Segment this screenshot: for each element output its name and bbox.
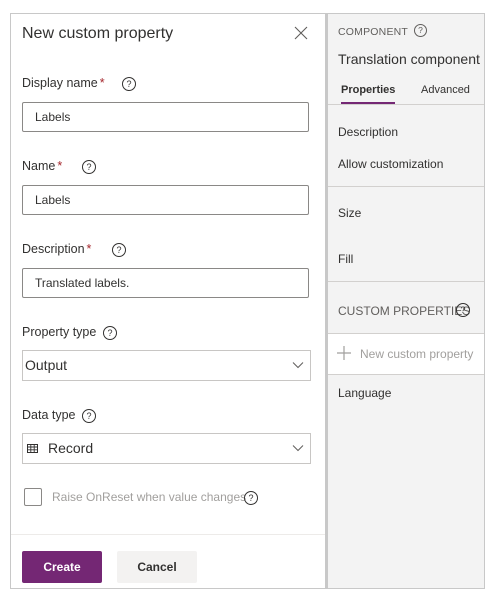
tab-properties[interactable]: Properties (341, 84, 395, 96)
display-name-label: Display name * ? (22, 76, 136, 91)
help-icon[interactable]: ? (414, 24, 427, 37)
cancel-button[interactable]: Cancel (117, 551, 197, 583)
help-icon[interactable]: ? (103, 326, 117, 340)
new-custom-property-button[interactable]: New custom property (328, 334, 484, 374)
table-icon (27, 444, 38, 453)
property-allow-customization[interactable]: Allow customization (338, 157, 443, 171)
name-label-text: Name (22, 159, 56, 173)
divider (328, 104, 484, 105)
property-type-value: Output (25, 357, 68, 373)
raise-onreset-label-text: Raise OnReset when value changes (52, 490, 247, 504)
name-label: Name * ? (22, 159, 96, 174)
display-name-input[interactable]: Labels (22, 102, 309, 132)
description-input[interactable]: Translated labels. (22, 268, 309, 298)
divider (328, 186, 484, 187)
required-mark: * (86, 242, 92, 256)
description-label-text: Description (22, 242, 85, 256)
component-properties-panel: COMPONENT ? Translation component Proper… (328, 14, 484, 588)
component-caption: COMPONENT (338, 26, 409, 38)
property-fill[interactable]: Fill (338, 252, 353, 266)
divider (328, 374, 484, 375)
property-type-label-text: Property type (22, 325, 97, 339)
close-icon (294, 26, 308, 40)
create-button[interactable]: Create (22, 551, 102, 583)
required-mark: * (99, 76, 105, 90)
plus-icon (337, 346, 351, 360)
property-type-dropdown[interactable]: Output (22, 350, 311, 381)
display-name-label-text: Display name (22, 76, 98, 90)
new-custom-property-dialog: New custom property Display name * ? Labe… (11, 14, 328, 588)
app-frame: New custom property Display name * ? Labe… (10, 13, 485, 589)
raise-onreset-label: Raise OnReset when value changes (52, 490, 246, 504)
data-type-dropdown[interactable]: Record (22, 433, 311, 464)
chevron-down-icon (292, 362, 304, 369)
data-type-label: Data type ? (22, 408, 96, 423)
help-icon[interactable]: ? (122, 77, 136, 91)
required-mark: * (57, 159, 63, 173)
help-icon[interactable]: ? (82, 409, 96, 423)
help-icon[interactable]: ? (82, 160, 96, 174)
component-title: Translation component (338, 51, 480, 67)
custom-properties-caption: CUSTOM PROPERTIES (338, 304, 471, 318)
property-type-label: Property type ? (22, 325, 117, 340)
new-custom-property-label: New custom property (360, 347, 474, 361)
help-icon[interactable]: ? (456, 303, 470, 317)
property-description[interactable]: Description (338, 125, 398, 139)
help-icon[interactable]: ? (244, 491, 258, 505)
chevron-down-icon (292, 445, 304, 452)
data-type-value: Record (48, 440, 94, 456)
custom-property-language[interactable]: Language (338, 386, 391, 400)
name-input[interactable]: Labels (22, 185, 309, 215)
footer-divider (11, 534, 325, 535)
data-type-label-text: Data type (22, 408, 76, 422)
divider (328, 281, 484, 282)
raise-onreset-checkbox[interactable] (24, 488, 42, 506)
description-label: Description * ? (22, 242, 126, 257)
tab-advanced[interactable]: Advanced (421, 84, 470, 96)
dialog-title: New custom property (22, 25, 174, 42)
property-size[interactable]: Size (338, 206, 361, 220)
help-icon[interactable]: ? (112, 243, 126, 257)
close-button[interactable] (293, 25, 309, 41)
